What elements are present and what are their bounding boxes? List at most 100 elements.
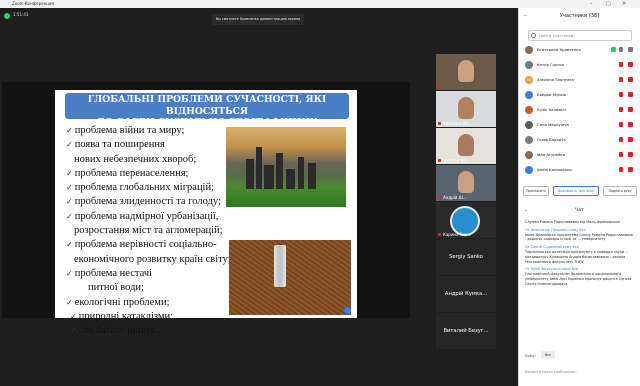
chat-title: Чат [575,208,584,213]
chat-message-text: Служка Романа Радославович від Мало-Фран… [525,220,621,224]
video-off-icon [628,77,633,82]
muted-mic-icon [438,122,441,125]
thumbnail-name: Наталія Ш... [443,158,469,163]
avatar [525,46,533,54]
slide-bullet: проблема надмірної урбанізації, [66,210,266,224]
participant-name: Antonina Sharmera [537,77,574,82]
slide-bullet: ..та багато інших.. [66,324,266,338]
name-tile[interactable]: Виталий Безуг... [436,313,496,349]
video-off-icon [628,62,633,67]
participant-name: Кетер Груска [537,62,564,67]
chat-message-text: Івано-Франківськ пропонуємо Слюзу Романа… [525,232,633,242]
muted-mic-icon [619,122,623,127]
participant-row[interactable]: Осиф Бадорук [525,134,637,146]
slide-title: ГЛОБАЛЬНІ ПРОБЛЕМИ СУЧАСНОСТІ, ЯКІ ВІДНО… [65,93,349,140]
muted-mic-icon [438,196,441,199]
slide-title-line1: ГЛОБАЛЬНІ ПРОБЛЕМИ СУЧАСНОСТІ, ЯКІ ВІДНО… [87,94,327,117]
participant-name: Іван Агурейко [537,152,566,157]
avatar [525,166,533,174]
thumbnail-name: Antonina Sha... [443,121,474,126]
title-bar: Zoom Конференция – □ ✕ [0,0,640,8]
participants-title: Участники (38) [559,13,600,19]
muted-mic-icon [619,77,623,82]
chat-message-input[interactable]: Введите здесь сообщение... [525,370,635,374]
muted-mic-icon [619,137,623,142]
window-title: Zoom Конференция [12,1,54,6]
drought-glass-image [229,240,351,315]
participant-row[interactable]: Кузік Халаєвіч [525,104,637,116]
participant-name: Сапа Мацdyleva [537,122,569,127]
search-icon [531,33,536,38]
meeting-timer: 1:51:43 [13,12,29,17]
slide: ГЛОБАЛЬНІ ПРОБЛЕМИ СУЧАСНОСТІ, ЯКІ ВІДНО… [55,90,357,336]
close-icon[interactable]: ✕ [622,0,626,8]
participant-search-input[interactable]: Найти участника [528,30,632,41]
slide-scroll-indicator[interactable] [344,307,351,314]
shield-icon[interactable] [4,13,10,19]
video-thumbnail[interactable]: Карина Кор... [436,202,496,238]
chat-recipient-select[interactable]: Все [541,351,555,359]
chat-message-text: Географічний факультет Волинського націо… [525,272,632,286]
minimize-icon[interactable]: – [590,0,593,8]
avatar [525,106,533,114]
maximize-icon[interactable]: □ [606,0,611,8]
participant-row[interactable]: Екатерина Кравченко [525,44,637,56]
muted-mic-icon [438,85,441,88]
video-thumbnail[interactable]: Наталія Ш... [436,128,496,164]
video-off-icon [628,152,633,157]
video-thumbnail[interactable]: Antonina Sha... [436,91,496,127]
slide-bullet: розростання міст та агломерацій; [74,225,223,237]
mic-icon [619,47,623,52]
participant-name: Екатерина Кравченко [537,47,581,52]
meeting-area: 1:51:43 Вы смотрите Кравченко демонстрац… [0,8,518,386]
participant-name: Кузік Халаєвіч [537,107,566,112]
thumbnail-name: Андрій Ш... [443,195,467,200]
avatar: AS [525,76,533,84]
city-and-field-image [226,127,346,207]
video-off-icon [628,167,633,172]
mute-all-button[interactable]: Выключить звук всех [553,186,599,196]
shared-screen: ГЛОБАЛЬНІ ПРОБЛЕМИ СУЧАСНОСТІ, ЯКІ ВІДНО… [2,82,410,336]
participant-name: Бьедьи Mykola [537,92,567,97]
participant-row[interactable]: Бьедьи Mykola [525,89,637,101]
name-tile[interactable]: Sergiy Sanko [436,239,496,275]
chat-recipient-label: Кому: [525,354,536,358]
participant-row[interactable]: Кетер Груска [525,59,637,71]
video-off-icon [628,92,633,97]
participant-name: Осиф Бадорук [537,137,566,142]
muted-mic-icon [619,92,623,97]
muted-mic-icon [619,167,623,172]
video-off-icon [628,107,633,112]
video-thumbnail[interactable] [436,54,496,90]
raise-hand-button[interactable]: Поднять руку [603,186,637,196]
share-banner[interactable]: Вы смотрите Кравченко демонстрацию экран… [212,14,304,25]
participant-row[interactable]: AS Antonina Sharmera [525,74,637,86]
participant-name: Ірина Коношенко [537,167,572,172]
avatar [525,136,533,144]
name-tile[interactable]: Андрій Кумка... [436,276,496,312]
participant-video [458,134,474,156]
muted-mic-icon [438,159,441,162]
video-off-icon [628,122,633,127]
muted-mic-icon [438,233,441,236]
muted-mic-icon [619,62,623,67]
participant-actions: Пригласить Выключить звук всех Поднять р… [519,186,640,198]
water-glass [274,245,286,287]
participant-video [458,171,474,193]
chat-message-text: Тернопільська делегація пропонують в каф… [525,250,629,264]
video-thumbnail[interactable]: Андрій Ш... [436,165,496,201]
muted-mic-icon [619,152,623,157]
screen-share-icon [611,47,616,52]
video-icon [628,47,633,52]
avatar [525,61,533,69]
thumbnail-name: Карина Кор... [443,232,472,237]
avatar [525,151,533,159]
participant-row[interactable]: Іван Агурейко [525,149,637,161]
participant-row[interactable]: Сапа Мацdyleva [525,119,637,131]
avatar [525,121,533,129]
video-off-icon [628,137,633,142]
side-panel: ⌄ Участники (38) Найти участника Екатери… [518,8,640,386]
participant-video [458,97,474,119]
participant-row[interactable]: Ірина Коношенко [525,164,637,176]
invite-button[interactable]: Пригласить [523,186,549,196]
